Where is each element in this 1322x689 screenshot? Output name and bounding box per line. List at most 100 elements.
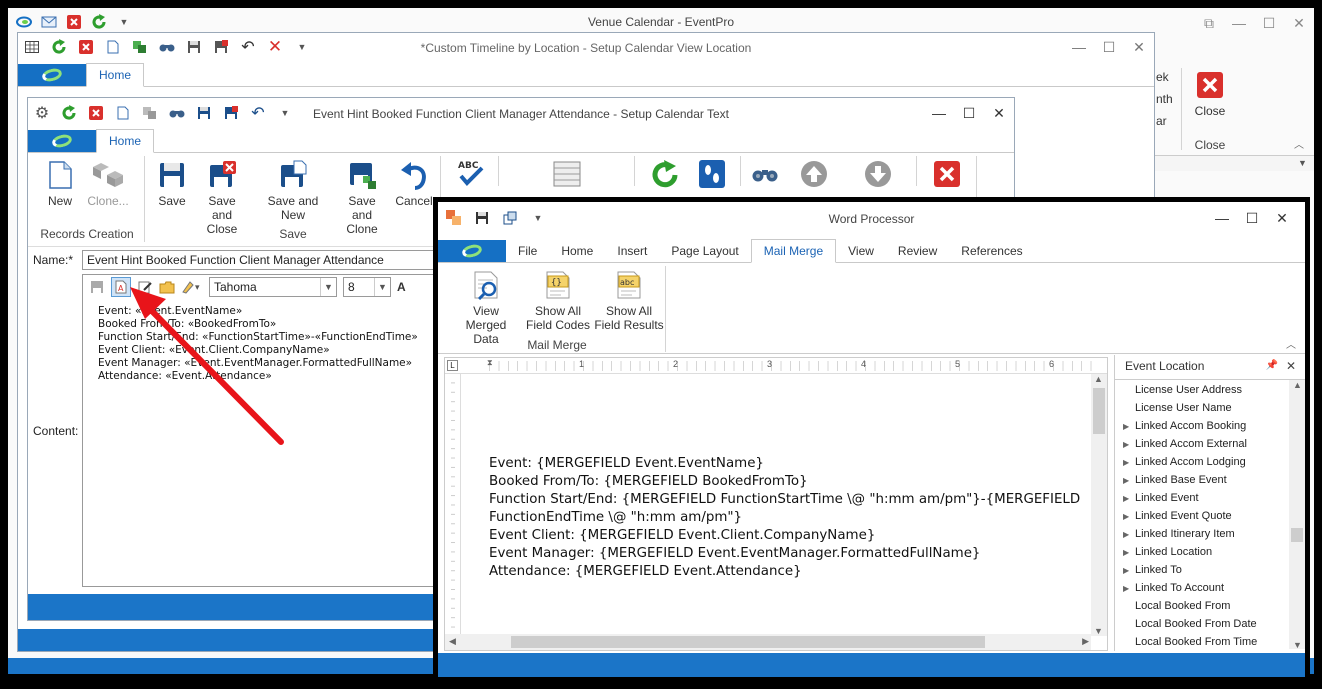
- edit-icon[interactable]: [137, 279, 153, 295]
- save-button[interactable]: Save: [152, 160, 192, 208]
- timeline-app-menu[interactable]: [18, 64, 86, 86]
- maximize-icon[interactable]: ☐: [954, 105, 984, 122]
- clone-button[interactable]: Clone...: [84, 160, 132, 208]
- save-and-close-button[interactable]: Save and Close: [196, 160, 248, 236]
- view-merged-data-button[interactable]: View Merged Data: [448, 270, 524, 346]
- move-down-icon[interactable]: [864, 160, 892, 191]
- field-tree-item[interactable]: ▶ Linked Accom External: [1123, 435, 1305, 453]
- field-tree-item[interactable]: ▶ Linked Location: [1123, 543, 1305, 561]
- field-tree-item[interactable]: ▶ Linked Event Quote: [1123, 507, 1305, 525]
- maximize-icon[interactable]: ☐: [1237, 210, 1267, 227]
- text-tab-home[interactable]: Home: [96, 129, 155, 153]
- expand-arrow-icon[interactable]: ▶: [1123, 562, 1135, 580]
- horizontal-scrollbar[interactable]: ◀ ▶: [445, 634, 1091, 650]
- delete-icon[interactable]: [932, 159, 962, 192]
- app-logo-icon[interactable]: [16, 14, 32, 30]
- clone-icon[interactable]: [132, 39, 148, 55]
- pin-icon[interactable]: 📌: [1266, 355, 1278, 377]
- expand-arrow-icon[interactable]: ▶: [1123, 508, 1135, 526]
- field-tree-item[interactable]: ▶ Linked To: [1123, 561, 1305, 579]
- panel-close-icon[interactable]: ✕: [1286, 355, 1296, 377]
- expand-arrow-icon[interactable]: ▶: [1123, 544, 1135, 562]
- field-tree-item[interactable]: ▶ Linked Accom Lodging: [1123, 453, 1305, 471]
- save-icon[interactable]: [196, 105, 212, 121]
- footsteps-icon[interactable]: [698, 159, 726, 192]
- scroll-left-icon[interactable]: ◀: [449, 636, 456, 647]
- field-tree-item[interactable]: ▶ Linked Base Event: [1123, 471, 1305, 489]
- font-name-select[interactable]: Tahoma ▼: [209, 277, 337, 297]
- layout-icon[interactable]: [552, 160, 582, 191]
- document-text[interactable]: Event: {MERGEFIELD Event.EventName} Book…: [489, 455, 1080, 581]
- ribbon-collapse-icon[interactable]: ︿: [1286, 336, 1296, 351]
- field-tree-item[interactable]: ▶ Linked To Account: [1123, 579, 1305, 597]
- new-document-icon[interactable]: [115, 105, 131, 121]
- scroll-up-icon[interactable]: ▲: [1293, 380, 1302, 390]
- minimize-icon[interactable]: —: [1064, 39, 1094, 56]
- maximize-icon[interactable]: ☐: [1094, 39, 1124, 56]
- ribbon-fragment-year[interactable]: ar: [1156, 114, 1167, 128]
- scroll-down-icon[interactable]: ▼: [1293, 640, 1302, 649]
- reload-icon[interactable]: [650, 160, 680, 193]
- scroll-thumb[interactable]: [1093, 388, 1105, 434]
- close-icon[interactable]: ✕: [1267, 210, 1297, 227]
- scroll-down-icon[interactable]: ▼: [1094, 626, 1103, 636]
- cancel-x-icon[interactable]: ✕: [267, 37, 283, 56]
- windows-icon[interactable]: [502, 210, 518, 226]
- field-tree-item[interactable]: ▶ Linked Itinerary Item: [1123, 525, 1305, 543]
- tab-view[interactable]: View: [836, 240, 886, 262]
- tab-review[interactable]: Review: [886, 240, 949, 262]
- refresh-icon[interactable]: [51, 39, 67, 55]
- tab-stop-icon[interactable]: L: [447, 360, 458, 371]
- save-icon[interactable]: [186, 39, 202, 55]
- folder-icon[interactable]: [159, 279, 175, 295]
- ribbon-fragment-month[interactable]: nth: [1156, 92, 1173, 106]
- minimize-icon[interactable]: —: [1224, 15, 1254, 32]
- tree-scrollbar[interactable]: ▲ ▼: [1289, 380, 1305, 649]
- mail-icon[interactable]: [41, 14, 57, 30]
- format-dropdown-icon[interactable]: ▾: [181, 279, 203, 295]
- word-app-menu[interactable]: [438, 240, 506, 262]
- save-and-new-button[interactable]: Save and New: [255, 160, 331, 222]
- main-close-button[interactable]: Close: [1188, 70, 1232, 118]
- clone-icon[interactable]: [142, 105, 158, 121]
- undo-icon[interactable]: ↶: [240, 39, 256, 56]
- minimize-icon[interactable]: —: [1207, 210, 1237, 227]
- refresh-icon[interactable]: [91, 14, 107, 30]
- font-size-select[interactable]: 8 ▼: [343, 277, 391, 297]
- customize-qat-icon[interactable]: ▼: [116, 14, 132, 30]
- field-tree-item[interactable]: License User Address: [1123, 381, 1305, 399]
- tab-file[interactable]: File: [506, 240, 549, 262]
- show-all-field-codes-button[interactable]: {} Show All Field Codes: [523, 270, 593, 332]
- font-grow-icon[interactable]: A: [397, 280, 406, 294]
- move-up-icon[interactable]: [800, 160, 828, 191]
- new-button[interactable]: New: [40, 160, 80, 208]
- vertical-scrollbar[interactable]: ▲ ▼: [1091, 374, 1107, 636]
- expand-arrow-icon[interactable]: ▶: [1123, 454, 1135, 472]
- close-icon[interactable]: ✕: [1284, 15, 1314, 32]
- binoculars-icon[interactable]: [169, 105, 185, 121]
- maximize-icon[interactable]: ☐: [1254, 15, 1284, 32]
- scroll-thumb[interactable]: [511, 636, 985, 648]
- field-tree-item[interactable]: Local Booked From Date: [1123, 615, 1305, 633]
- expand-arrow-icon[interactable]: ▶: [1123, 526, 1135, 544]
- app-logo-icon[interactable]: [446, 210, 462, 226]
- text-app-menu[interactable]: [28, 130, 96, 152]
- open-word-processor-icon[interactable]: A: [111, 277, 131, 297]
- close-red-icon[interactable]: [88, 105, 104, 121]
- customize-qat-icon[interactable]: ▼: [530, 210, 546, 226]
- save-and-clone-button[interactable]: Save and Clone: [336, 160, 388, 236]
- save-small-icon[interactable]: [89, 279, 105, 295]
- grid-icon[interactable]: [24, 39, 40, 55]
- close-red-icon[interactable]: [66, 14, 82, 30]
- field-tree-item[interactable]: Local Booked From Time: [1123, 633, 1305, 649]
- tab-home[interactable]: Home: [549, 240, 605, 262]
- indent-marker-icon[interactable]: ⧗: [487, 358, 493, 368]
- field-tree-item[interactable]: License User Name: [1123, 399, 1305, 417]
- binoculars-icon[interactable]: [159, 39, 175, 55]
- customize-qat-icon[interactable]: ▼: [277, 105, 293, 121]
- save-close-icon[interactable]: [223, 105, 239, 121]
- customize-qat-icon[interactable]: ▼: [294, 39, 310, 55]
- show-all-field-results-button[interactable]: abc Show All Field Results: [592, 270, 666, 332]
- ribbon-fragment-week[interactable]: ek: [1156, 70, 1169, 84]
- expand-arrow-icon[interactable]: ▶: [1123, 490, 1135, 508]
